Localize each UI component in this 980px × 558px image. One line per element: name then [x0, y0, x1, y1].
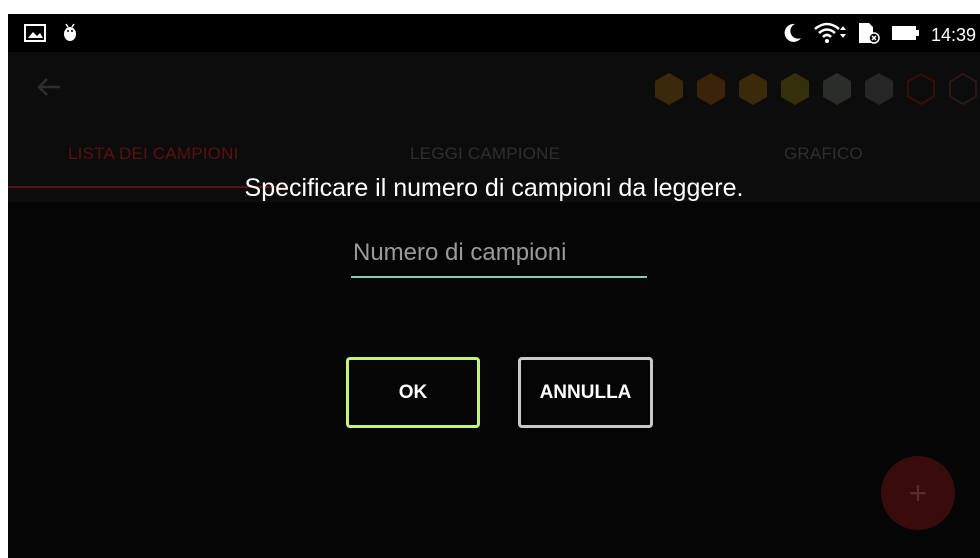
hex-outline-icon — [907, 72, 935, 106]
battery-icon — [891, 24, 921, 47]
image-icon — [24, 24, 46, 47]
device-screen: 14:39 LISTA DEI CAMPIONI LEGGI CAMPIONE … — [8, 14, 980, 558]
hex-filled-icon — [739, 73, 767, 105]
hex-outline-icon — [949, 72, 977, 106]
sample-count-dialog: Specificare il numero di campioni da leg… — [8, 164, 980, 444]
plus-icon: + — [908, 474, 928, 511]
status-hexagons — [652, 72, 980, 106]
sim-card-icon — [857, 22, 881, 49]
hex-filled-icon — [697, 73, 725, 105]
add-fab-button[interactable]: + — [881, 456, 955, 530]
status-time: 14:39 — [930, 25, 976, 45]
tab-lista-dei-campioni[interactable]: LISTA DEI CAMPIONI — [68, 144, 239, 164]
back-arrow-icon[interactable] — [36, 76, 62, 98]
hex-filled-icon — [865, 73, 893, 105]
tab-leggi-campione[interactable]: LEGGI CAMPIONE — [410, 144, 560, 164]
cancel-button[interactable]: ANNULLA — [518, 357, 653, 428]
wifi-icon — [813, 22, 847, 49]
tab-grafico[interactable]: GRAFICO — [784, 144, 863, 164]
status-bar: 14:39 — [8, 14, 980, 52]
hex-filled-icon — [823, 73, 851, 105]
dialog-title: Specificare il numero di campioni da leg… — [244, 174, 744, 202]
hex-filled-icon — [781, 73, 809, 105]
sample-count-input[interactable] — [351, 230, 647, 278]
moon-icon — [781, 22, 803, 49]
app-bar — [8, 52, 980, 122]
hex-filled-icon — [655, 73, 683, 105]
android-debug-icon — [62, 23, 78, 48]
ok-button[interactable]: OK — [346, 357, 480, 428]
input-wrapper — [351, 230, 647, 286]
